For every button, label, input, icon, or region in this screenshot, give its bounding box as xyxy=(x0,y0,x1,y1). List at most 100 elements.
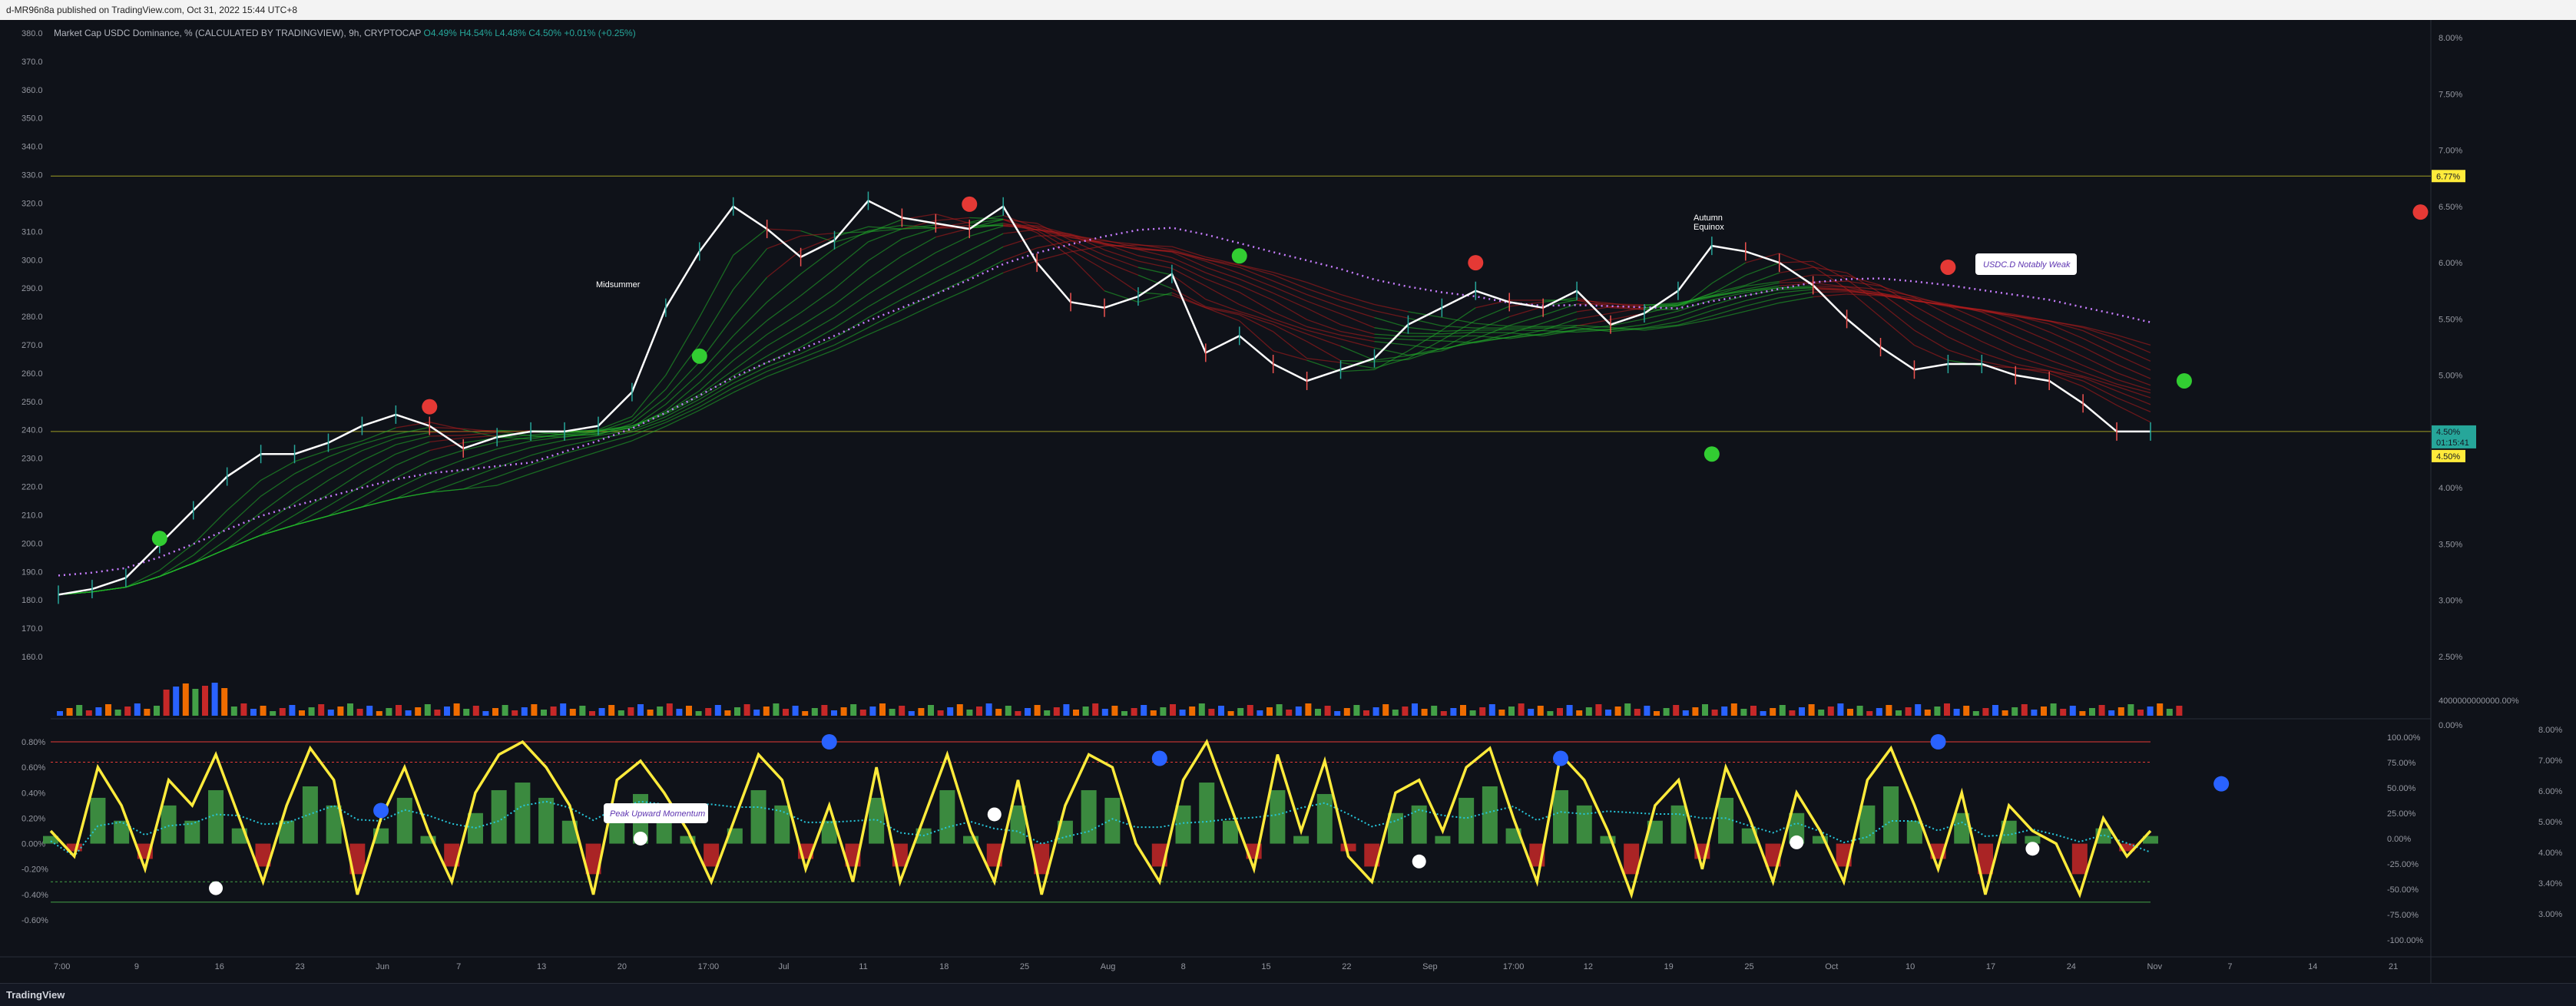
volume-bar xyxy=(1295,707,1302,716)
ma-ribbon-segment xyxy=(902,303,936,320)
symbol-legend: Market Cap USDC Dominance, % (CALCULATED… xyxy=(54,28,636,38)
volume-bar xyxy=(1808,704,1815,716)
ma-ribbon-segment xyxy=(733,370,767,389)
ma-ribbon-segment xyxy=(463,448,498,461)
osc-histogram-bar xyxy=(750,789,767,844)
volume-bar xyxy=(1711,710,1718,716)
osc-histogram-bar xyxy=(1859,805,1876,844)
ma-ribbon-segment xyxy=(1306,329,1341,340)
volume-bar xyxy=(1934,707,1941,716)
ma-ribbon-segment xyxy=(1273,331,1308,359)
volume-bar xyxy=(1702,704,1708,716)
ma-ribbon-segment xyxy=(1543,326,1578,329)
osc-blue-marker xyxy=(1930,734,1946,750)
ma-ribbon-segment xyxy=(1037,235,1071,237)
volume-bar xyxy=(1789,710,1796,716)
volume-bar xyxy=(1576,710,1583,716)
ma-ribbon-segment xyxy=(496,446,531,458)
autumn-annotation: Autumn xyxy=(1694,213,1723,223)
osc-histogram-bar xyxy=(90,797,106,844)
ma-ribbon-segment xyxy=(800,268,835,296)
volume-bar xyxy=(1237,708,1244,716)
osc-histogram-bar xyxy=(1435,836,1451,844)
ma-ribbon-segment xyxy=(2082,356,2117,373)
volume-bar xyxy=(1585,707,1592,716)
ma-ribbon-segment xyxy=(733,301,768,336)
left-axis-tick: 380.0 xyxy=(22,29,43,38)
ma-ribbon-segment xyxy=(1273,286,1307,302)
right-axis-tick: 8.00% xyxy=(2439,34,2462,43)
ma-ribbon-segment xyxy=(1340,299,1375,312)
usdc-weak-text: USDC.D Notably Weak xyxy=(1983,260,2071,270)
volume-bar xyxy=(2069,706,2076,716)
volume-bar xyxy=(541,710,547,716)
ma-ribbon-segment xyxy=(868,319,902,336)
left-axis-tick: 190.0 xyxy=(22,568,43,577)
ma-ribbon-segment xyxy=(530,439,565,448)
ma-ribbon-segment xyxy=(733,345,768,371)
osc-histogram-bar xyxy=(2071,843,2088,875)
volume-bar xyxy=(211,683,218,716)
volume-bar xyxy=(2079,711,2086,716)
chart-area[interactable]: 380.0 370.0 360.0 350.0 340.0 330.0 320.0 310.0… xyxy=(0,20,2576,983)
ma-ribbon-segment xyxy=(497,440,531,450)
volume-bar xyxy=(1847,709,1853,716)
left-axis-tick: 210.0 xyxy=(22,511,43,520)
ma-ribbon-segment xyxy=(1779,274,1813,283)
volume-bar xyxy=(1227,711,1234,716)
volume-bar xyxy=(1818,710,1825,716)
volume-bar xyxy=(976,707,982,716)
volume-bar xyxy=(163,690,170,716)
volume-bar xyxy=(1750,706,1757,716)
ma-ribbon-segment xyxy=(665,409,700,427)
ma-ribbon-segment xyxy=(1677,304,1713,317)
osc-histogram-bar xyxy=(515,783,531,844)
ma-ribbon-segment xyxy=(125,575,161,588)
volume-bar xyxy=(1982,708,1989,716)
ma-ribbon-segment xyxy=(1306,326,1341,336)
osc-histogram-bar xyxy=(1670,805,1687,844)
ma-ribbon-segment xyxy=(1273,324,1307,343)
volume-bar xyxy=(1179,710,1186,716)
left-axis-tick: 170.0 xyxy=(22,624,43,634)
volume-bar xyxy=(2098,705,2105,716)
osc-histogram-bar xyxy=(1270,789,1286,844)
volume-bar xyxy=(531,704,538,716)
ma-ribbon-segment xyxy=(834,316,869,339)
volume-bar xyxy=(947,707,954,716)
volume-bar xyxy=(1025,708,1031,716)
ma-ribbon-segment xyxy=(530,453,565,465)
volume-bar xyxy=(985,703,992,716)
osc-histogram-bar xyxy=(1459,797,1475,844)
volume-bar xyxy=(66,708,73,716)
osc-histogram-bar xyxy=(704,843,720,867)
countdown-text: 01:15:41 xyxy=(2436,438,2469,448)
ma-ribbon-segment xyxy=(1880,303,1915,331)
time-axis-tick: 14 xyxy=(2308,962,2317,971)
ma-ribbon-segment xyxy=(362,438,396,452)
volume-bar xyxy=(1460,705,1466,716)
sell-signal-marker xyxy=(2412,204,2429,220)
volume-bar xyxy=(2021,704,2028,716)
ma-ribbon-segment xyxy=(868,299,902,319)
tradingview-logo[interactable]: TradingView xyxy=(0,989,65,1001)
volume-bar xyxy=(202,686,208,716)
buy-signal-marker xyxy=(691,348,707,364)
osc-histogram-bar xyxy=(302,786,318,844)
time-axis-tick: Jul xyxy=(778,962,789,971)
volume-bar xyxy=(472,706,479,716)
volume-bar xyxy=(1218,706,1224,716)
osc-histogram-bar xyxy=(1081,789,1097,844)
volume-bar xyxy=(783,709,789,716)
ma-ribbon-segment xyxy=(362,465,396,486)
left-axis-tick: 310.0 xyxy=(22,227,43,237)
chart-svg[interactable]: 380.0 370.0 360.0 350.0 340.0 330.0 320.0 310.0… xyxy=(0,20,2576,983)
volume-bar xyxy=(1063,704,1070,716)
volume-bar xyxy=(1421,709,1428,716)
osc-white-marker xyxy=(987,807,1002,822)
osc-blue-marker xyxy=(1553,750,1569,766)
volume-bar xyxy=(1315,709,1321,716)
volume-bar xyxy=(347,703,353,716)
volume-bar xyxy=(240,703,247,716)
ma-ribbon-segment xyxy=(362,453,396,473)
